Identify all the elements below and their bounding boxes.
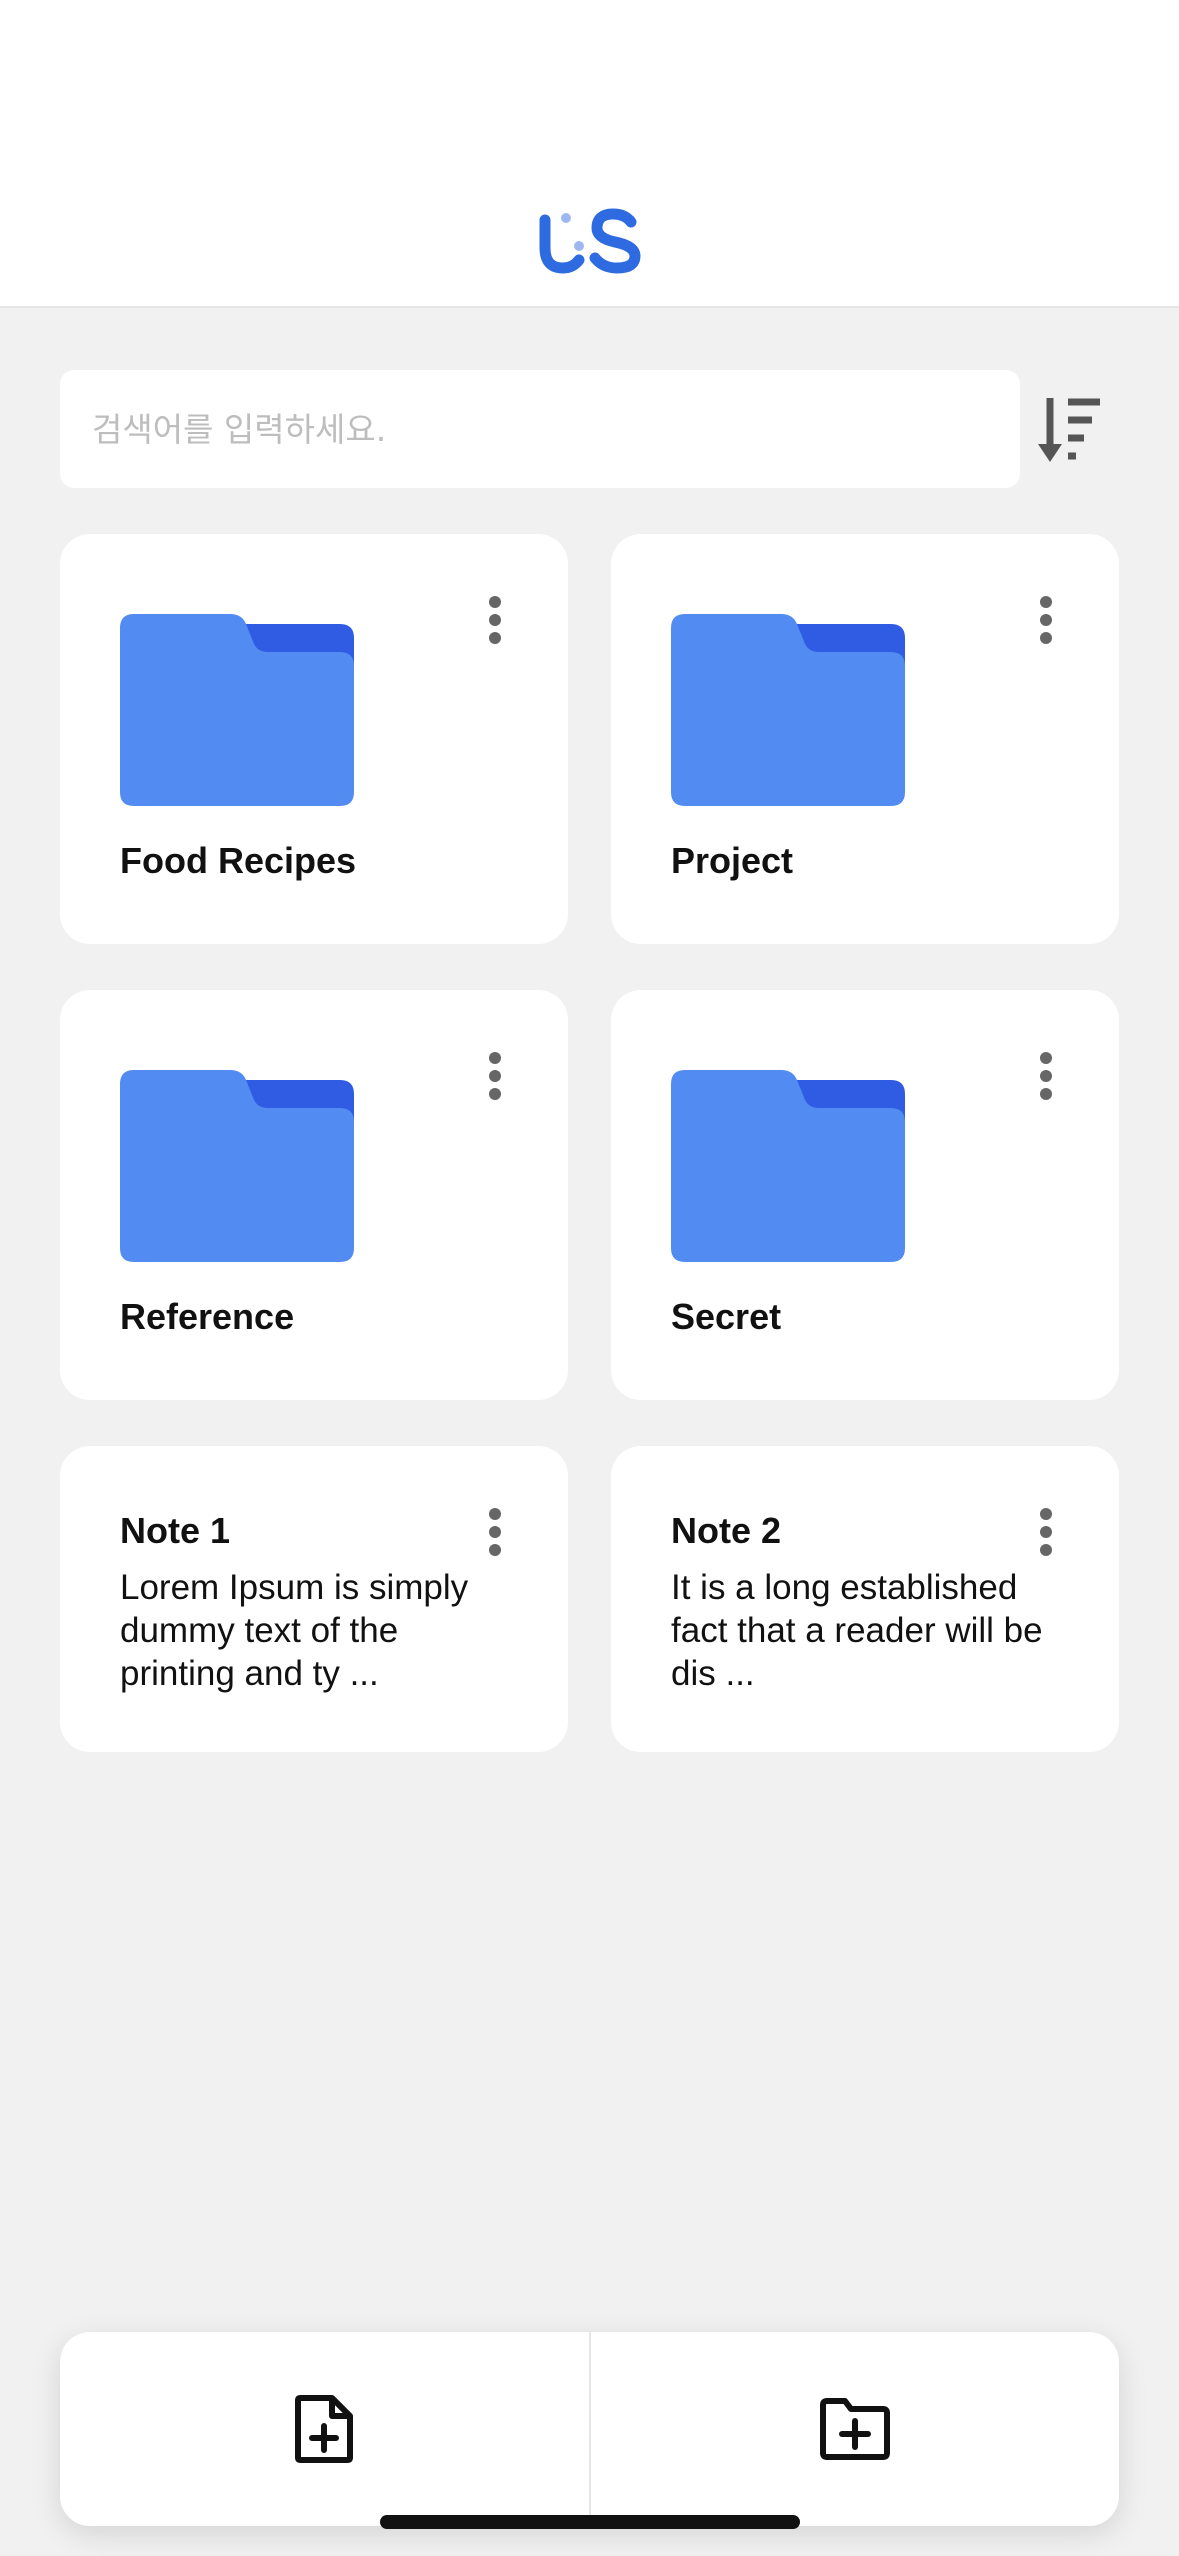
sort-button[interactable] [1036,392,1106,466]
file-plus-icon [295,2395,354,2463]
more-dot [489,1544,501,1556]
more-options-button[interactable] [480,1502,510,1562]
more-dot [489,1052,501,1064]
more-dot [1040,1544,1052,1556]
new-note-button[interactable] [60,2332,589,2526]
folder-card[interactable]: Project [611,534,1119,944]
folder-title: Project [671,840,794,881]
more-options-button[interactable] [1031,1502,1061,1562]
note-preview: It is a long established fact that a rea… [671,1568,1043,1693]
search-box [60,370,1020,488]
folder-card[interactable]: Reference [60,990,568,1400]
more-dot [489,596,501,608]
folder-plus-icon [819,2398,890,2460]
note-card[interactable]: Note 1 Lorem Ipsum is simply dummy text … [60,1446,568,1752]
more-dot [489,632,501,644]
sort-descending-icon [1038,398,1100,462]
more-dot [489,1070,501,1082]
folder-card[interactable]: Secret [611,990,1119,1400]
note-title: Note 1 [120,1510,231,1551]
more-options-button[interactable] [480,1046,510,1106]
more-dot [1040,614,1052,626]
more-dot [1040,632,1052,644]
bottom-action-bar [60,2332,1119,2526]
folder-title: Reference [120,1296,295,1337]
more-dot [489,1526,501,1538]
more-dot [1040,596,1052,608]
new-folder-button[interactable] [591,2332,1120,2526]
folder-icon [671,614,905,806]
more-dot [1040,1508,1052,1520]
folder-title: Secret [671,1296,782,1337]
more-dot [489,1088,501,1100]
note-title: Note 2 [671,1510,782,1551]
home-indicator [380,2515,800,2529]
more-options-button[interactable] [1031,590,1061,650]
folder-icon [120,1070,354,1262]
note-preview: Lorem Ipsum is simply dummy text of the … [120,1568,469,1693]
more-options-button[interactable] [480,590,510,650]
more-dot [489,1508,501,1520]
folder-title: Food Recipes [120,840,357,881]
folder-icon [671,1070,905,1262]
more-dot [1040,1088,1052,1100]
more-dot [1040,1526,1052,1538]
more-dot [1040,1070,1052,1082]
folder-icon [120,614,354,806]
us-logo [539,208,641,274]
more-dot [1040,1052,1052,1064]
more-options-button[interactable] [1031,1046,1061,1106]
folder-card[interactable]: Food Recipes [60,534,568,944]
app-header [0,0,1179,308]
search-input[interactable] [90,408,974,450]
more-dot [489,614,501,626]
note-card[interactable]: Note 2 It is a long established fact tha… [611,1446,1119,1752]
